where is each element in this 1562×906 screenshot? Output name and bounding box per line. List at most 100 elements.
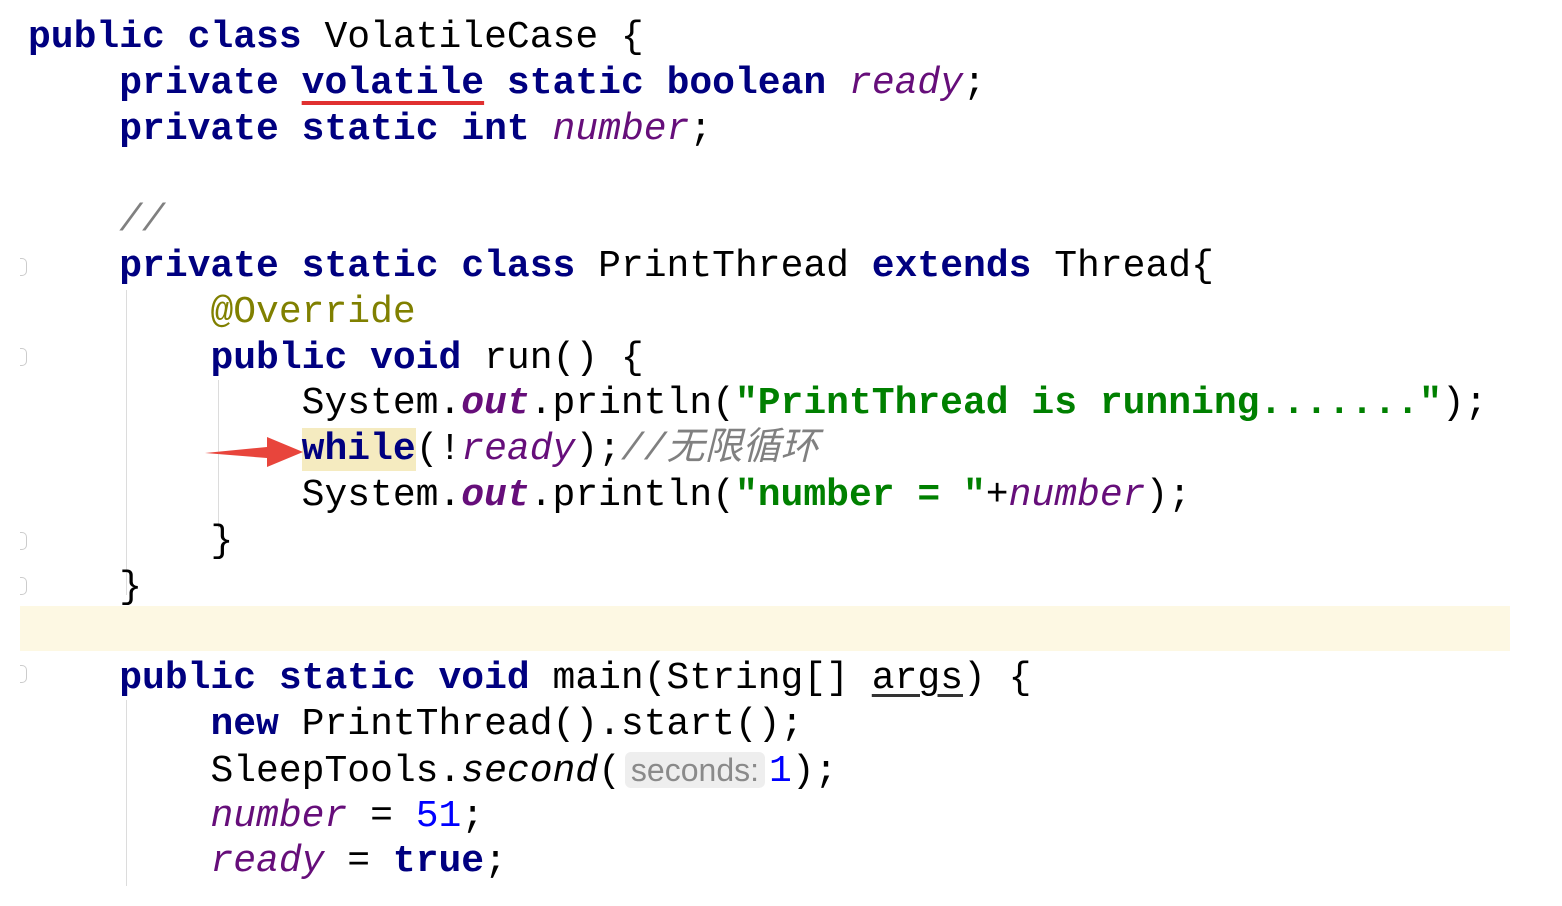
code-token: private bbox=[119, 107, 279, 151]
code-line[interactable]: number = 51; bbox=[28, 794, 1487, 840]
code-token: new bbox=[210, 702, 279, 746]
code-token: extends bbox=[871, 244, 1032, 288]
code-line[interactable]: @Override bbox=[28, 290, 1487, 336]
code-token: SleepTools. bbox=[210, 749, 462, 793]
code-token: ready bbox=[210, 840, 325, 884]
code-token: ( bbox=[598, 749, 621, 793]
code-token: 51 bbox=[415, 794, 462, 838]
fold-marker-icon[interactable] bbox=[20, 258, 27, 276]
code-token: number bbox=[552, 107, 690, 151]
code-token: void bbox=[438, 657, 530, 701]
code-token: void bbox=[370, 336, 462, 380]
code-line[interactable] bbox=[28, 152, 1487, 198]
code-token: ); bbox=[575, 428, 621, 472]
code-token: number bbox=[1008, 473, 1146, 517]
code-token: ); bbox=[1145, 473, 1192, 517]
code-line[interactable]: } bbox=[28, 565, 1487, 611]
code-token: number bbox=[210, 794, 348, 838]
code-token: + bbox=[985, 473, 1009, 517]
code-line[interactable]: } bbox=[28, 519, 1487, 565]
code-line[interactable]: new PrintThread().start(); bbox=[28, 702, 1487, 748]
code-token: while bbox=[301, 428, 416, 472]
code-token: .println( bbox=[529, 382, 735, 426]
code-token: true bbox=[392, 840, 485, 884]
code-token: out bbox=[461, 473, 530, 517]
code-token: static bbox=[278, 657, 416, 701]
code-line[interactable]: private static class PrintThread extends… bbox=[28, 244, 1487, 290]
code-token: ); bbox=[1441, 382, 1488, 426]
code-token: second bbox=[461, 749, 599, 793]
code-token: run() { bbox=[461, 336, 644, 380]
code-token: ; bbox=[461, 794, 485, 838]
code-line[interactable]: public static void main(String[] args) { bbox=[28, 656, 1487, 702]
code-token: = bbox=[347, 794, 416, 838]
code-token: ; bbox=[484, 840, 507, 884]
code-token: out bbox=[461, 382, 530, 426]
code-token: args bbox=[871, 657, 963, 701]
code-token: "PrintThread is running......." bbox=[734, 382, 1442, 426]
fold-marker-icon[interactable] bbox=[20, 577, 27, 595]
code-token: Thread{ bbox=[1031, 244, 1214, 288]
code-token: public bbox=[28, 16, 165, 59]
code-token: (! bbox=[415, 428, 462, 472]
code-line[interactable]: private volatile static boolean ready; bbox=[28, 61, 1487, 107]
code-token: ); bbox=[791, 749, 838, 793]
fold-marker-icon[interactable] bbox=[20, 348, 27, 366]
code-token: static bbox=[506, 61, 644, 105]
code-token: //无限循环 bbox=[620, 428, 819, 472]
code-token: ready bbox=[461, 428, 576, 472]
code-token: // bbox=[119, 199, 165, 243]
code-token: } bbox=[119, 565, 143, 609]
code-token: PrintThread bbox=[575, 244, 872, 288]
code-token: static bbox=[301, 107, 439, 151]
code-token: volatile bbox=[301, 61, 485, 105]
code-token: boolean bbox=[666, 61, 827, 105]
code-token: ; bbox=[963, 61, 986, 105]
code-token: main(String[] bbox=[529, 657, 872, 701]
code-line[interactable] bbox=[28, 610, 1487, 656]
code-token: System. bbox=[301, 473, 462, 517]
code-token: public bbox=[119, 657, 257, 701]
code-token: static bbox=[301, 244, 439, 288]
code-line[interactable]: System.out.println("PrintThread is runni… bbox=[28, 381, 1488, 427]
code-token: .println( bbox=[529, 473, 735, 517]
code-token: int bbox=[461, 107, 530, 151]
code-token: @Override bbox=[210, 290, 416, 334]
code-line[interactable]: // bbox=[28, 198, 1487, 244]
red-arrow-icon bbox=[205, 437, 303, 467]
code-line[interactable]: public void run() { bbox=[28, 336, 1487, 382]
code-token: ) { bbox=[963, 657, 1032, 701]
code-token: } bbox=[210, 519, 234, 563]
code-token: "number = " bbox=[734, 473, 986, 517]
code-line[interactable]: public class VolatileCase { bbox=[28, 15, 1487, 61]
code-line[interactable]: SleepTools.second(seconds: 1); bbox=[28, 748, 1487, 794]
code-token: private bbox=[119, 61, 279, 105]
code-line[interactable]: private static int number; bbox=[28, 107, 1487, 153]
code-token: private bbox=[119, 244, 279, 288]
code-token: ; bbox=[689, 107, 713, 151]
code-token: = bbox=[324, 840, 393, 884]
code-token: VolatileCase { bbox=[301, 16, 644, 59]
parameter-hint: seconds: bbox=[624, 751, 765, 788]
code-token: ready bbox=[849, 61, 964, 105]
code-line[interactable]: System.out.println("number = "+number); bbox=[28, 473, 1487, 519]
code-line[interactable]: ready = true; bbox=[28, 839, 1487, 885]
fold-marker-icon[interactable] bbox=[20, 665, 27, 683]
code-token: 1 bbox=[769, 749, 792, 793]
code-token: System. bbox=[301, 382, 462, 426]
fold-marker-icon[interactable] bbox=[20, 532, 27, 550]
code-token: public bbox=[210, 336, 348, 380]
code-token: class bbox=[461, 244, 576, 288]
